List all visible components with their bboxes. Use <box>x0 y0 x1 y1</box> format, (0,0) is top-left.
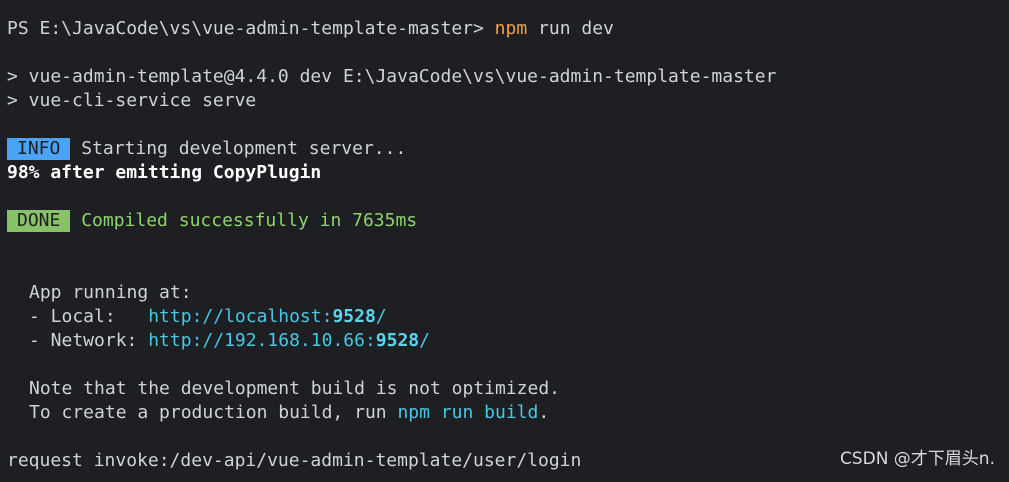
prompt-line: PS E:\JavaCode\vs\vue-admin-template-mas… <box>7 17 1009 41</box>
local-url-link[interactable]: http://localhost:9528/ <box>148 306 386 327</box>
script-line-2: > vue-cli-service serve <box>7 90 257 111</box>
network-url-base: http://192.168.10.66: <box>148 330 376 351</box>
network-url-line: - Network: http://192.168.10.66:9528/ <box>7 329 1009 353</box>
progress-line: 98% after emitting CopyPlugin <box>7 162 322 183</box>
command-name: npm <box>494 18 528 39</box>
csdn-watermark: CSDN @才下眉头n. <box>839 449 995 469</box>
note-line-1: Note that the development build is not o… <box>7 377 1009 401</box>
info-message: Starting development server... <box>81 138 407 159</box>
local-label: - Local: <box>29 306 116 327</box>
script-line-1: > vue-admin-template@4.4.0 dev E:\JavaCo… <box>7 66 777 87</box>
done-message: Compiled successfully in 7635ms <box>81 210 418 231</box>
local-port: 9528 <box>332 306 376 327</box>
note-line-2: To create a production build, run npm ru… <box>7 401 1009 425</box>
local-url-base: http://localhost: <box>148 306 333 327</box>
prompt-path: PS E:\JavaCode\vs\vue-admin-template-mas… <box>7 18 484 39</box>
note-text-2-suffix: . <box>538 402 550 423</box>
command-arguments: run dev <box>538 18 614 39</box>
terminal-window[interactable]: PS E:\JavaCode\vs\vue-admin-template-mas… <box>0 0 1009 482</box>
network-label: - Network: <box>29 330 138 351</box>
network-url-link[interactable]: http://192.168.10.66:9528/ <box>148 330 430 351</box>
note-text-1: Note that the development build is not o… <box>29 378 561 399</box>
production-build-command: npm run build <box>397 402 539 423</box>
done-badge: DONE <box>7 210 71 232</box>
network-url-suffix: / <box>419 330 430 351</box>
app-running-label: App running at: <box>29 282 192 303</box>
info-badge: INFO <box>7 138 71 160</box>
app-running-line: App running at: <box>7 281 1009 305</box>
network-port: 9528 <box>375 330 420 351</box>
done-line: DONE Compiled successfully in 7635ms <box>7 209 1009 233</box>
local-url-suffix: / <box>375 306 387 327</box>
note-text-2-prefix: To create a production build, run <box>29 402 387 423</box>
info-line: INFO Starting development server... <box>7 137 1009 161</box>
local-url-line: - Local: http://localhost:9528/ <box>7 305 1009 329</box>
